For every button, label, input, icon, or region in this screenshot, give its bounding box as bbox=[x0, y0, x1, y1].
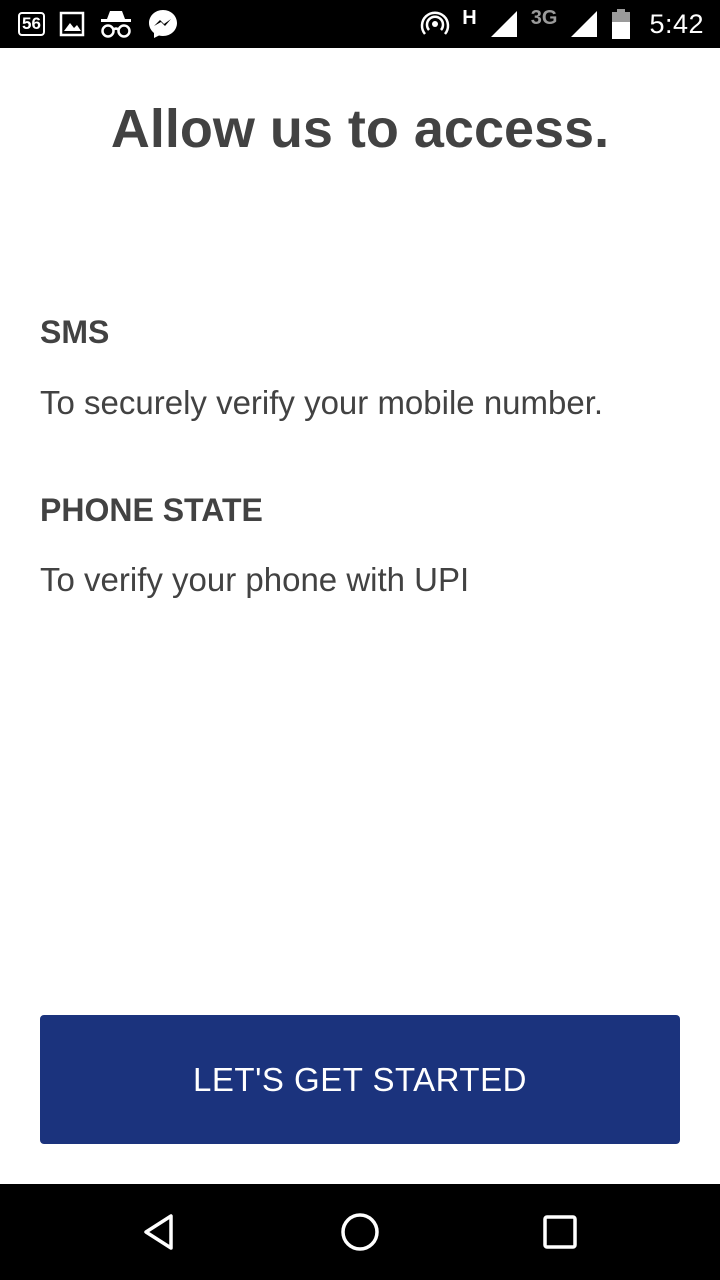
get-started-button[interactable]: LET'S GET STARTED bbox=[40, 1015, 680, 1144]
permission-description-sms: To securely verify your mobile number. bbox=[40, 384, 604, 421]
signal-icon bbox=[489, 9, 519, 39]
messenger-icon bbox=[147, 8, 179, 40]
badge-56-icon: 56 bbox=[18, 12, 45, 36]
home-icon bbox=[341, 1213, 379, 1251]
status-bar-notifications: 56 bbox=[18, 0, 179, 48]
permission-title-sms: SMS bbox=[40, 314, 110, 350]
status-bar-system: H 3G 5:42 bbox=[420, 0, 704, 48]
permission-description-phone-state: To verify your phone with UPI bbox=[40, 561, 470, 598]
back-icon bbox=[144, 1214, 173, 1250]
navigation-bar bbox=[0, 1184, 720, 1280]
main-content: Allow us to access. SMS To securely veri… bbox=[0, 48, 720, 1184]
hotspot-icon bbox=[420, 9, 450, 39]
permission-title-phone-state: PHONE STATE bbox=[40, 492, 263, 528]
network-h-label: H bbox=[462, 6, 477, 29]
gallery-icon bbox=[59, 11, 85, 37]
home-button[interactable] bbox=[300, 1184, 420, 1280]
back-button[interactable] bbox=[100, 1184, 220, 1280]
recents-icon bbox=[543, 1215, 577, 1249]
signal-icon bbox=[569, 9, 599, 39]
incognito-icon bbox=[99, 9, 133, 39]
page-title: Allow us to access. bbox=[110, 99, 610, 159]
clock: 5:42 bbox=[649, 8, 704, 39]
status-bar: 56 H 3G 5:42 bbox=[0, 0, 720, 48]
battery-icon bbox=[611, 8, 631, 40]
recents-button[interactable] bbox=[500, 1184, 620, 1280]
permissions-screen: 56 H 3G 5:42 Allow us to access. SMS To … bbox=[0, 0, 720, 1280]
network-3g-label: 3G bbox=[530, 6, 558, 29]
